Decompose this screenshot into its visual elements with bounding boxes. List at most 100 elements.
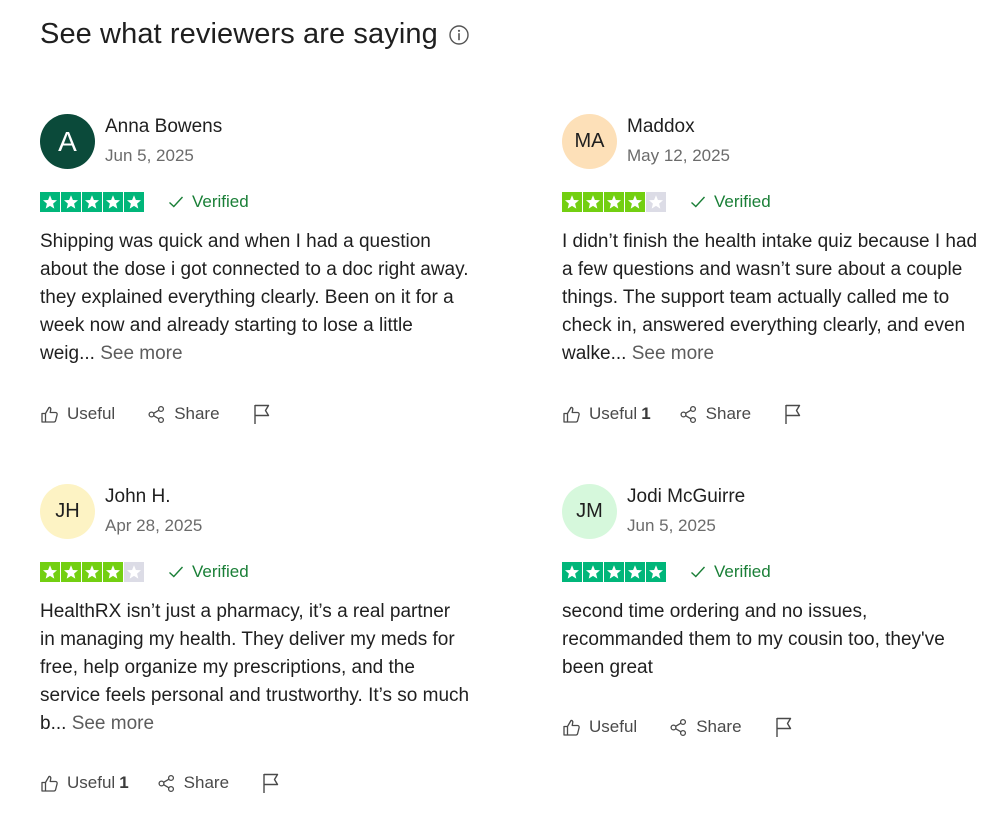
verified-badge: Verified <box>690 562 771 582</box>
star-rating <box>40 192 145 212</box>
star-icon <box>103 562 123 582</box>
report-flag-button[interactable] <box>774 716 794 738</box>
avatar: JH <box>40 484 95 539</box>
reviews-header: See what reviewers are saying <box>40 18 470 51</box>
star-icon <box>61 562 81 582</box>
info-circle-icon[interactable] <box>448 24 470 46</box>
avatar: A <box>40 114 95 169</box>
star-icon <box>604 562 624 582</box>
thumbs-up-icon <box>40 774 59 793</box>
review-date: Jun 5, 2025 <box>105 146 194 165</box>
share-label: Share <box>705 404 752 423</box>
thumbs-up-icon <box>562 718 581 737</box>
star-rating <box>562 562 667 582</box>
star-icon <box>583 192 603 212</box>
star-rating <box>40 562 145 582</box>
review-card: A Anna Bowens Jun 5, 2025 Verified Shipp… <box>40 114 469 368</box>
star-icon <box>124 562 144 582</box>
review-actions: Useful Share <box>562 716 794 738</box>
useful-label: Useful <box>67 404 116 423</box>
star-icon <box>583 562 603 582</box>
share-button[interactable]: Share <box>679 404 751 424</box>
share-button[interactable]: Share <box>147 404 220 424</box>
checkmark-icon <box>690 195 706 209</box>
verified-label: Verified <box>192 562 249 581</box>
useful-label: Useful <box>589 717 638 736</box>
useful-button[interactable]: Useful <box>562 717 641 737</box>
star-icon <box>124 192 144 212</box>
share-icon <box>669 718 688 737</box>
useful-label: Useful <box>67 773 116 792</box>
flag-icon <box>252 403 272 425</box>
useful-button[interactable]: Useful <box>40 404 119 424</box>
review-body: second time ordering and no issues, reco… <box>562 601 945 678</box>
checkmark-icon <box>168 565 184 579</box>
review-text: Shipping was quick and when I had a ques… <box>40 228 470 368</box>
page-title: See what reviewers are saying <box>40 18 438 50</box>
reviewer-name[interactable]: Jodi McGuirre <box>627 486 745 508</box>
star-icon <box>625 192 645 212</box>
star-icon <box>103 192 123 212</box>
review-text: I didn’t finish the health intake quiz b… <box>562 228 992 368</box>
see-more-link[interactable]: See more <box>632 343 714 364</box>
star-icon <box>646 562 666 582</box>
star-icon <box>625 562 645 582</box>
share-label: Share <box>183 773 230 792</box>
star-icon <box>82 192 102 212</box>
star-icon <box>82 562 102 582</box>
share-label: Share <box>696 717 742 736</box>
share-icon <box>679 405 698 424</box>
star-rating <box>562 192 667 212</box>
share-button[interactable]: Share <box>669 717 742 737</box>
reviewer-name[interactable]: John H. <box>105 486 202 508</box>
star-icon <box>562 192 582 212</box>
review-text: HealthRX isn’t just a pharmacy, it’s a r… <box>40 598 470 738</box>
checkmark-icon <box>168 195 184 209</box>
avatar: JM <box>562 484 617 539</box>
star-icon <box>40 562 60 582</box>
report-flag-button[interactable] <box>252 403 272 425</box>
star-icon <box>61 192 81 212</box>
checkmark-icon <box>690 565 706 579</box>
star-icon <box>646 192 666 212</box>
star-icon <box>562 562 582 582</box>
see-more-link[interactable]: See more <box>72 713 154 734</box>
useful-count: 1 <box>119 773 129 792</box>
thumbs-up-icon <box>40 405 59 424</box>
share-label: Share <box>174 404 220 423</box>
reviewer-name[interactable]: Maddox <box>627 116 730 138</box>
verified-label: Verified <box>714 192 771 211</box>
review-date: Apr 28, 2025 <box>105 516 203 535</box>
report-flag-button[interactable] <box>783 403 803 425</box>
useful-label: Useful <box>589 404 638 423</box>
share-button[interactable]: Share <box>157 773 229 793</box>
share-icon <box>157 774 176 793</box>
review-card: MA Maddox May 12, 2025 Verified I didn’t… <box>562 114 982 368</box>
review-actions: Useful Share <box>40 403 272 425</box>
report-flag-button[interactable] <box>261 772 281 794</box>
star-icon <box>604 192 624 212</box>
review-card: JM Jodi McGuirre Jun 5, 2025 Verified se… <box>562 484 982 682</box>
verified-label: Verified <box>192 192 249 211</box>
flag-icon <box>774 716 794 738</box>
see-more-link[interactable]: See more <box>100 343 182 364</box>
review-card: JH John H. Apr 28, 2025 Verified HealthR… <box>40 484 469 738</box>
flag-icon <box>261 772 281 794</box>
share-icon <box>147 405 166 424</box>
verified-badge: Verified <box>690 192 771 212</box>
review-text: second time ordering and no issues, reco… <box>562 598 992 682</box>
useful-button[interactable]: Useful 1 <box>40 773 129 793</box>
review-date: Jun 5, 2025 <box>627 516 716 535</box>
useful-button[interactable]: Useful 1 <box>562 404 651 424</box>
review-date: May 12, 2025 <box>627 146 731 165</box>
verified-label: Verified <box>714 562 771 581</box>
review-actions: Useful 1 Share <box>562 403 803 425</box>
review-body: I didn’t finish the health intake quiz b… <box>562 231 978 364</box>
useful-count: 1 <box>641 404 651 423</box>
reviewer-name[interactable]: Anna Bowens <box>105 116 222 138</box>
review-actions: Useful 1 Share <box>40 772 281 794</box>
verified-badge: Verified <box>168 562 249 582</box>
thumbs-up-icon <box>562 405 581 424</box>
avatar: MA <box>562 114 617 169</box>
flag-icon <box>783 403 803 425</box>
